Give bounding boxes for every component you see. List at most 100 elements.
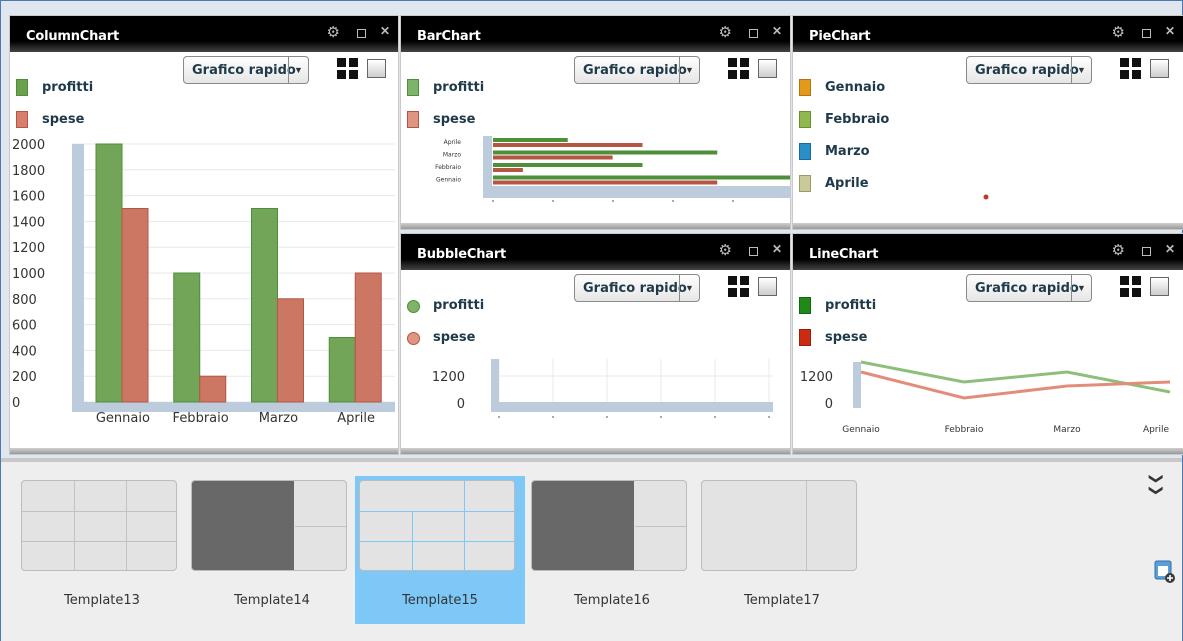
template-item[interactable]: Template17 xyxy=(697,476,867,624)
pie-dot xyxy=(983,194,989,200)
dashboard-area: ColumnChart ⚙ ✕ profitti spese Grafico r… xyxy=(0,0,1183,458)
close-icon[interactable]: ✕ xyxy=(1165,242,1175,256)
legend-swatch xyxy=(16,79,28,96)
quick-chart-dropdown[interactable]: Grafico rapido ▼ xyxy=(183,56,309,84)
x-tick-label: Aprile xyxy=(1143,425,1170,435)
panel-title: LineChart xyxy=(809,247,879,262)
maximize-icon[interactable] xyxy=(749,247,758,256)
close-icon[interactable]: ✕ xyxy=(380,24,390,38)
x-tick-label: Gennaio xyxy=(842,425,880,435)
legend-swatch xyxy=(407,300,420,313)
panel-title: BubbleChart xyxy=(417,247,507,262)
bar-profitti xyxy=(493,163,643,167)
x-tick-label: Gennaio xyxy=(96,411,150,426)
panel-header[interactable]: ColumnChart ⚙ ✕ xyxy=(10,16,398,52)
grid-layout-icon[interactable] xyxy=(1120,276,1141,297)
gear-icon[interactable]: ⚙ xyxy=(719,23,732,41)
gear-icon[interactable]: ⚙ xyxy=(719,241,732,259)
y-tick-label: 1800 xyxy=(12,164,45,179)
grid-layout-icon[interactable] xyxy=(728,58,749,79)
chevron-down-icon[interactable]: ▼ xyxy=(679,275,699,301)
panel-header[interactable]: PieChart ⚙ ✕ xyxy=(793,16,1183,52)
chevron-down-icon[interactable]: ▼ xyxy=(288,57,308,83)
y-tick-label: 0 xyxy=(12,396,20,411)
y-tick-label: 1200 xyxy=(12,241,45,256)
panel-header[interactable]: LineChart ⚙ ✕ xyxy=(793,234,1183,270)
panel-header[interactable]: BarChart ⚙ ✕ xyxy=(401,16,790,52)
column-chart: 2000180016001400120010008006004002000Gen… xyxy=(12,138,395,426)
maximize-icon[interactable] xyxy=(1142,29,1151,38)
chart-type-icon[interactable] xyxy=(758,277,777,296)
line-profitti xyxy=(860,360,1171,394)
gear-icon[interactable]: ⚙ xyxy=(1112,23,1125,41)
gear-icon[interactable]: ⚙ xyxy=(1112,241,1125,259)
bar-chart: Aprile Marzo Febbraio Gennaio xyxy=(435,136,790,202)
bar-spese xyxy=(493,155,613,160)
bar-spese xyxy=(354,272,382,403)
y-axis-strip xyxy=(72,144,84,412)
chevron-down-icon[interactable]: ▼ xyxy=(679,57,699,83)
x-tick-label: Marzo xyxy=(259,411,298,426)
bubble-chart: 1200 0 xyxy=(432,359,773,418)
grid-layout-icon[interactable] xyxy=(1120,58,1141,79)
chevron-down-icon[interactable]: ▼ xyxy=(1071,275,1091,301)
y-tick-label: 1400 xyxy=(12,215,45,230)
close-icon[interactable]: ✕ xyxy=(1165,24,1175,38)
y-tick-label: 0 xyxy=(457,397,465,412)
chart-type-icon[interactable] xyxy=(1150,59,1169,78)
maximize-icon[interactable] xyxy=(1142,247,1151,256)
quick-chart-dropdown[interactable]: Grafico rapido ▼ xyxy=(966,56,1092,84)
collapse-chevron-icon[interactable]: ❯❯ xyxy=(1148,473,1165,496)
maximize-icon[interactable] xyxy=(749,29,758,38)
gear-icon[interactable]: ⚙ xyxy=(327,23,340,41)
y-tick-label: 400 xyxy=(12,344,37,359)
legend-swatch xyxy=(799,297,811,314)
chart-type-icon[interactable] xyxy=(758,59,777,78)
legend-label: profitti xyxy=(433,298,485,313)
y-tick-label: Febbraio xyxy=(435,164,461,171)
x-tick-label: Aprile xyxy=(337,411,375,426)
bar-profitti xyxy=(251,208,278,403)
legend-label: spese xyxy=(825,330,868,345)
close-icon[interactable]: ✕ xyxy=(772,242,782,256)
legend-swatch xyxy=(799,143,811,160)
add-template-icon[interactable] xyxy=(1154,560,1176,584)
legend-swatch xyxy=(799,175,811,192)
maximize-icon[interactable] xyxy=(357,29,366,38)
linechart-panel: LineChart ⚙ ✕ profitti spese Grafico rap… xyxy=(792,233,1183,455)
chevron-down-icon[interactable]: ▼ xyxy=(1071,57,1091,83)
close-icon[interactable]: ✕ xyxy=(772,24,782,38)
template-thumbnail xyxy=(21,480,177,571)
chart-type-icon[interactable] xyxy=(367,59,386,78)
template-name: Template13 xyxy=(64,593,140,608)
quick-chart-dropdown[interactable]: Grafico rapido ▼ xyxy=(574,56,700,84)
bar-spese xyxy=(493,180,718,185)
legend-label: Aprile xyxy=(825,176,869,191)
template-item[interactable]: Template16 xyxy=(527,476,697,624)
panel-header[interactable]: BubbleChart ⚙ ✕ xyxy=(401,234,790,270)
legend-label: profitti xyxy=(825,298,877,313)
template-name: Template14 xyxy=(234,593,310,608)
template-name: Template15 xyxy=(402,593,478,608)
template-item-selected[interactable]: Template15 xyxy=(355,476,525,624)
panel-title: BarChart xyxy=(417,29,481,44)
template-item[interactable]: Template13 xyxy=(17,476,187,624)
bar-profitti xyxy=(493,150,718,155)
quick-chart-dropdown[interactable]: Grafico rapido ▼ xyxy=(574,274,700,302)
bar-profitti xyxy=(493,175,790,180)
y-tick-label: 1200 xyxy=(432,370,465,385)
legend-swatch xyxy=(407,332,420,345)
template-thumbnail xyxy=(359,480,515,571)
template-item[interactable]: Template14 xyxy=(187,476,357,624)
chart-type-icon[interactable] xyxy=(1150,277,1169,296)
bar-profitti xyxy=(493,138,568,142)
template-name: Template17 xyxy=(744,593,820,608)
grid-layout-icon[interactable] xyxy=(728,276,749,297)
template-thumbnail xyxy=(191,480,347,571)
template-gallery: Template13 Template14 Template15 Templat… xyxy=(0,462,1183,641)
legend-label: Marzo xyxy=(825,144,870,159)
quick-chart-label: Grafico rapido xyxy=(583,63,687,78)
legend-swatch xyxy=(799,329,811,346)
grid-layout-icon[interactable] xyxy=(337,58,358,79)
quick-chart-dropdown[interactable]: Grafico rapido ▼ xyxy=(966,274,1092,302)
